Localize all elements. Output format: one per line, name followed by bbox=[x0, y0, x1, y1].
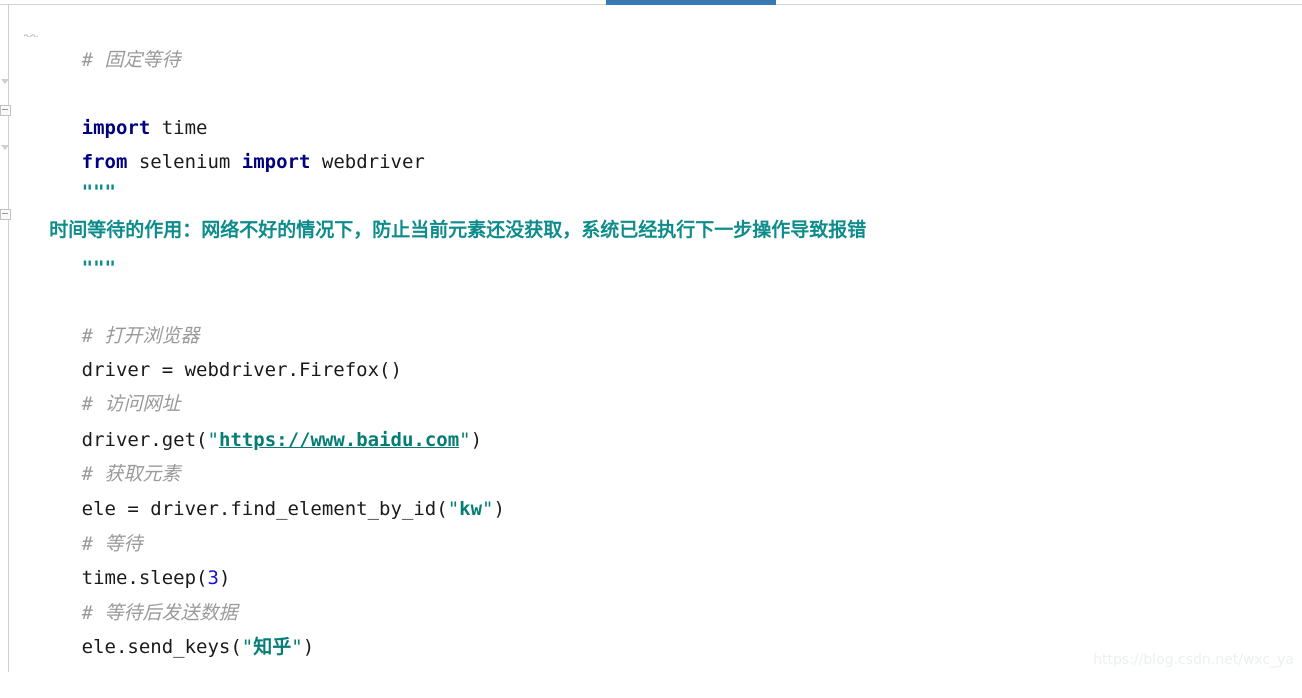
code-line-comment-wait[interactable]: # 等待 bbox=[13, 493, 143, 555]
quote-open-url: " bbox=[207, 429, 219, 451]
fold-box-minus bbox=[2, 213, 8, 214]
fold-collapse-box-icon[interactable] bbox=[0, 209, 11, 220]
fold-arrow-triangle bbox=[1, 79, 9, 84]
statement-driver-get-suffix: ) bbox=[470, 429, 483, 451]
string-zhihu: 知乎 bbox=[253, 636, 292, 658]
fold-arrow-triangle bbox=[1, 145, 9, 150]
code-line-find-element[interactable]: ele = driver.find_element_by_id("kw") bbox=[13, 458, 505, 520]
url-link-baidu[interactable]: https://www.baidu.com bbox=[219, 429, 459, 451]
code-content[interactable]: # 固定等待 import time from selenium import … bbox=[11, 5, 1302, 672]
docstring-text: 时间等待的作用：网络不好的情况下，防止当前元素还没获取，系统已经执行下一步操作导… bbox=[49, 219, 867, 241]
code-line-import-time[interactable]: import time bbox=[13, 77, 208, 139]
fold-arrow-down-icon[interactable] bbox=[1, 79, 10, 85]
triple-quote-close: """ bbox=[81, 257, 116, 279]
code-line-docstring-body[interactable]: 时间等待的作用：网络不好的情况下，防止当前元素还没获取，系统已经执行下一步操作导… bbox=[13, 179, 866, 241]
fold-collapse-box-icon[interactable] bbox=[0, 105, 11, 116]
code-line-1[interactable]: # 固定等待 bbox=[13, 9, 181, 71]
code-line-time-sleep[interactable]: time.sleep(3) bbox=[13, 527, 231, 589]
code-editor[interactable]: # 固定等待 import time from selenium import … bbox=[0, 5, 1302, 672]
code-line-docstring-close[interactable]: """ bbox=[13, 217, 116, 279]
statement-send-keys-suffix: ) bbox=[302, 636, 315, 658]
editor-gutter[interactable] bbox=[0, 5, 11, 672]
keyword-import-2: import bbox=[241, 151, 311, 173]
code-line-driver-assign[interactable]: driver = webdriver.Firefox() bbox=[13, 319, 402, 381]
inspection-squiggle bbox=[24, 34, 38, 37]
quote-close-url: " bbox=[459, 429, 471, 451]
fold-box-minus bbox=[2, 109, 8, 110]
module-webdriver: webdriver bbox=[310, 151, 425, 173]
string-kw: kw bbox=[459, 498, 483, 520]
comment-fixed-wait: # 固定等待 bbox=[81, 49, 181, 71]
statement-find-element-suffix: ) bbox=[493, 498, 505, 520]
fold-box-outline bbox=[0, 105, 11, 116]
fold-arrow-down-icon[interactable] bbox=[1, 145, 10, 151]
module-selenium: selenium bbox=[127, 151, 242, 173]
code-line-comment-send-after-wait[interactable]: # 等待后发送数据 bbox=[13, 562, 238, 624]
quote-open-kw: " bbox=[447, 498, 460, 520]
code-line-comment-open-browser[interactable]: # 打开浏览器 bbox=[13, 285, 200, 347]
code-line-send-keys[interactable]: ele.send_keys("知乎") bbox=[13, 596, 315, 658]
code-line-docstring-open[interactable]: """ bbox=[13, 141, 116, 203]
watermark-blog-url: https://blog.csdn.net/wxc_ya bbox=[1093, 652, 1294, 668]
quote-close-kw: " bbox=[482, 498, 494, 520]
fold-box-outline bbox=[0, 209, 11, 220]
code-line-driver-get[interactable]: driver.get("https://www.baidu.com") bbox=[13, 389, 482, 451]
statement-send-keys-prefix: ele.send_keys( bbox=[81, 636, 242, 658]
quote-close-send: " bbox=[291, 636, 303, 658]
code-line-from-selenium[interactable]: from selenium import webdriver bbox=[13, 111, 425, 173]
code-line-comment-get-element[interactable]: # 获取元素 bbox=[13, 423, 181, 485]
code-line-comment-visit-url[interactable]: # 访问网址 bbox=[13, 353, 181, 415]
quote-open-send: " bbox=[241, 636, 254, 658]
